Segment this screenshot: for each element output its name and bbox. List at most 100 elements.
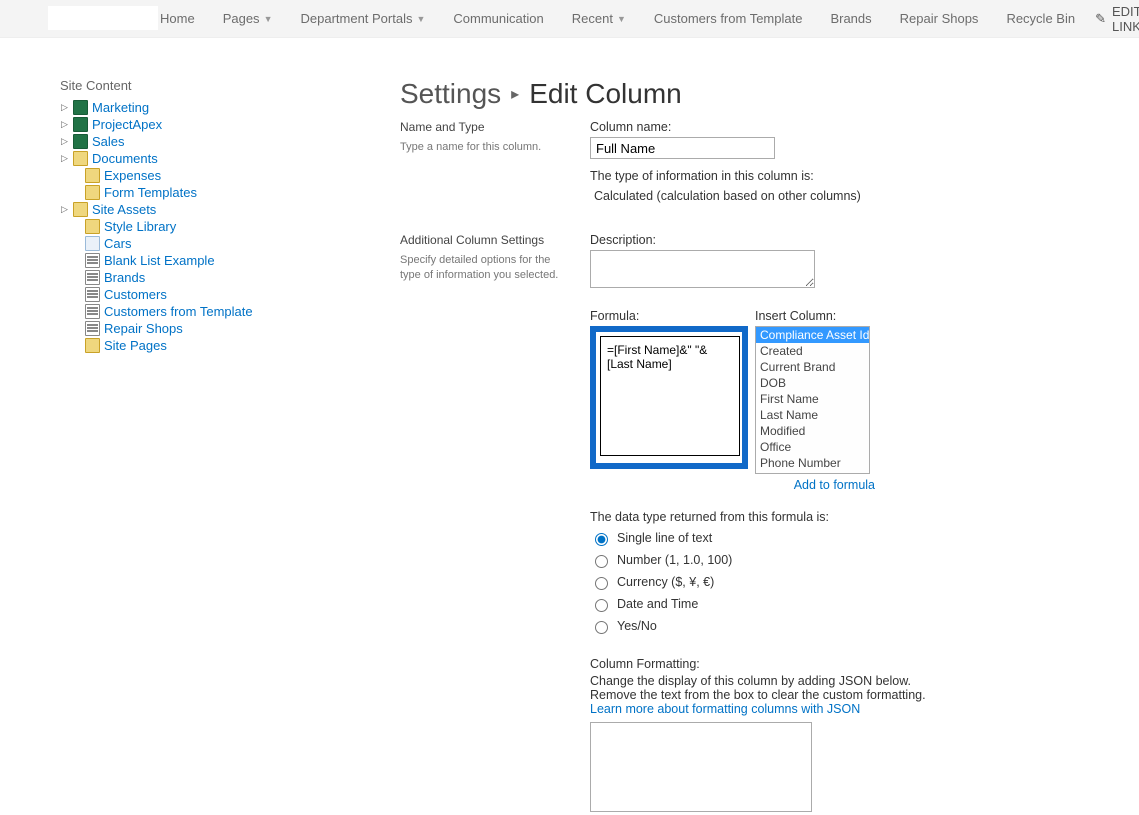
add-to-formula-link[interactable]: Add to formula: [755, 478, 875, 492]
expand-icon[interactable]: ▷: [60, 120, 69, 129]
insert-column-item[interactable]: Reward Period End: [756, 471, 869, 474]
expand-icon[interactable]: [72, 341, 81, 350]
folder-icon: [73, 202, 88, 217]
description-input[interactable]: [590, 250, 815, 288]
tree-item[interactable]: Blank List Example: [60, 252, 280, 269]
return-type-radio[interactable]: [595, 621, 608, 634]
expand-icon[interactable]: [72, 188, 81, 197]
insert-column-item[interactable]: Compliance Asset Id: [756, 327, 869, 343]
tree-item[interactable]: Expenses: [60, 167, 280, 184]
pic-icon: [85, 236, 100, 251]
tree-item[interactable]: Form Templates: [60, 184, 280, 201]
list-icon: [85, 270, 100, 285]
site-content-sidebar: Site Content ▷Marketing▷ProjectApex▷Sale…: [0, 78, 280, 815]
tree-item-label: Form Templates: [104, 185, 197, 200]
column-type-label: The type of information in this column i…: [590, 169, 1040, 183]
folder-icon: [85, 338, 100, 353]
main-content: Settings ▸ Edit Column Name and Type Typ…: [280, 78, 1040, 815]
return-type-option[interactable]: Yes/No: [590, 615, 1040, 637]
tree-item-label: Site Pages: [104, 338, 167, 353]
expand-icon[interactable]: [72, 273, 81, 282]
edit-links-button[interactable]: ✎ EDIT LINKS: [1095, 4, 1139, 34]
expand-icon[interactable]: ▷: [60, 103, 69, 112]
insert-column-list[interactable]: Compliance Asset IdCreatedCurrent BrandD…: [755, 326, 870, 474]
col-format-json-input[interactable]: [590, 722, 812, 812]
chevron-down-icon: ▼: [264, 14, 273, 24]
nav-item[interactable]: Home: [160, 11, 195, 26]
tree-item[interactable]: ▷Marketing: [60, 99, 280, 116]
expand-icon[interactable]: [72, 324, 81, 333]
tree-item[interactable]: ▷Site Assets: [60, 201, 280, 218]
formula-input[interactable]: [600, 336, 740, 456]
folder-icon: [85, 185, 100, 200]
nav-item[interactable]: Communication: [453, 11, 543, 26]
expand-icon[interactable]: [72, 239, 81, 248]
tree-item[interactable]: Site Pages: [60, 337, 280, 354]
addl-settings-heading: Additional Column Settings: [400, 233, 560, 247]
tree-item[interactable]: Brands: [60, 269, 280, 286]
addl-settings-help: Specify detailed options for the type of…: [400, 253, 560, 284]
tree-item[interactable]: Repair Shops: [60, 320, 280, 337]
nav-item[interactable]: Recycle Bin: [1006, 11, 1075, 26]
return-type-option[interactable]: Single line of text: [590, 527, 1040, 549]
expand-icon[interactable]: ▷: [60, 154, 69, 163]
tree-item[interactable]: ▷ ProjectApex: [60, 116, 280, 133]
expand-icon[interactable]: [72, 290, 81, 299]
col-format-learn-link[interactable]: Learn more about formatting columns with…: [590, 702, 1040, 716]
return-type-option[interactable]: Number (1, 1.0, 100): [590, 549, 1040, 571]
col-format-heading: Column Formatting:: [590, 657, 1040, 671]
tree-item[interactable]: ▷ Documents: [60, 150, 280, 167]
return-type-radio[interactable]: [595, 533, 608, 546]
insert-column-item[interactable]: Modified: [756, 423, 869, 439]
tree-item-label: Customers from Template: [104, 304, 253, 319]
tree-item-label: Blank List Example: [104, 253, 215, 268]
breadcrumb-settings[interactable]: Settings: [400, 78, 501, 110]
expand-icon[interactable]: ▷: [60, 137, 69, 146]
return-type-radio[interactable]: [595, 599, 608, 612]
tree-item[interactable]: ▷Sales: [60, 133, 280, 150]
insert-column-item[interactable]: DOB: [756, 375, 869, 391]
insert-column-item[interactable]: Last Name: [756, 407, 869, 423]
tree-item-label: Documents: [92, 151, 158, 166]
tree-item[interactable]: Cars: [60, 235, 280, 252]
tree-item-label: Style Library: [104, 219, 176, 234]
return-type-label: Number (1, 1.0, 100): [617, 553, 732, 567]
col-format-text2: Remove the text from the box to clear th…: [590, 688, 1040, 702]
return-type-radio[interactable]: [595, 555, 608, 568]
expand-icon[interactable]: [72, 171, 81, 180]
column-name-input[interactable]: [590, 137, 775, 159]
return-type-radio[interactable]: [595, 577, 608, 590]
nav-item[interactable]: Pages ▼: [223, 11, 273, 26]
nav-item[interactable]: Recent ▼: [572, 11, 626, 26]
tree-item-label: Repair Shops: [104, 321, 183, 336]
insert-column-item[interactable]: Current Brand: [756, 359, 869, 375]
formula-highlight: [590, 326, 748, 469]
tree-item[interactable]: Customers: [60, 286, 280, 303]
expand-icon[interactable]: [72, 222, 81, 231]
tree-item[interactable]: Customers from Template: [60, 303, 280, 320]
nav-item[interactable]: Repair Shops: [900, 11, 979, 26]
expand-icon[interactable]: [72, 307, 81, 316]
site-icon: [73, 100, 88, 115]
expand-icon[interactable]: ▷: [60, 205, 69, 214]
return-type-option[interactable]: Date and Time: [590, 593, 1040, 615]
return-type-option[interactable]: Currency ($, ¥, €): [590, 571, 1040, 593]
return-type-label: Currency ($, ¥, €): [617, 575, 714, 589]
nav-item[interactable]: Brands: [830, 11, 871, 26]
insert-column-item[interactable]: Phone Number: [756, 455, 869, 471]
list-icon: [85, 253, 100, 268]
tree-item-label: ProjectApex: [92, 117, 162, 132]
nav-item[interactable]: Customers from Template: [654, 11, 803, 26]
list-icon: [85, 304, 100, 319]
folder-icon: [85, 168, 100, 183]
nav-item[interactable]: Department Portals ▼: [300, 11, 425, 26]
return-type-label: Yes/No: [617, 619, 657, 633]
site-logo[interactable]: [48, 6, 158, 30]
insert-column-item[interactable]: Created: [756, 343, 869, 359]
insert-column-item[interactable]: Office: [756, 439, 869, 455]
tree-item[interactable]: Style Library: [60, 218, 280, 235]
return-type-label: The data type returned from this formula…: [590, 510, 1040, 524]
insert-column-item[interactable]: First Name: [756, 391, 869, 407]
sidebar-header: Site Content: [60, 78, 280, 93]
expand-icon[interactable]: [72, 256, 81, 265]
